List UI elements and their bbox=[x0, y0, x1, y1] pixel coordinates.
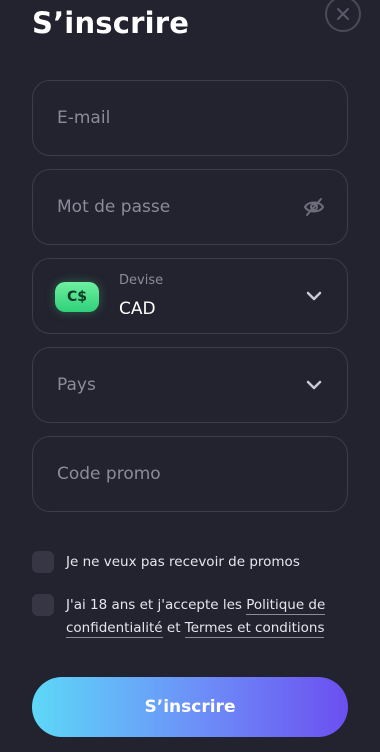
eye-off-icon[interactable] bbox=[303, 196, 325, 218]
email-field[interactable]: E-mail bbox=[32, 80, 348, 156]
promo-code-placeholder: Code promo bbox=[57, 464, 161, 484]
page-title: S’inscrire bbox=[32, 6, 190, 40]
chevron-down-icon bbox=[303, 285, 325, 307]
age-consent-label: J'ai 18 ans et j'accepte les Politique d… bbox=[66, 594, 342, 640]
password-placeholder: Mot de passe bbox=[57, 197, 171, 217]
currency-value: CAD bbox=[119, 299, 156, 319]
currency-badge: C$ bbox=[55, 282, 99, 312]
age-consent-text: J'ai 18 ans et j'accepte les bbox=[66, 597, 247, 613]
register-button[interactable]: S’inscrire bbox=[32, 677, 348, 737]
terms-link[interactable]: Termes et conditions bbox=[184, 620, 325, 638]
currency-label: Devise bbox=[119, 273, 164, 288]
chevron-down-icon bbox=[303, 374, 325, 396]
promo-code-field[interactable]: Code promo bbox=[32, 436, 348, 512]
country-select[interactable]: Pays bbox=[32, 347, 348, 423]
age-consent-row: J'ai 18 ans et j'accepte les Politique d… bbox=[32, 594, 342, 640]
password-field[interactable]: Mot de passe bbox=[32, 169, 348, 245]
country-placeholder: Pays bbox=[57, 375, 96, 395]
email-placeholder: E-mail bbox=[57, 108, 111, 128]
age-consent-and: et bbox=[162, 620, 185, 636]
no-promos-label: Je ne veux pas recevoir de promos bbox=[66, 554, 300, 570]
close-icon bbox=[337, 8, 349, 20]
close-button[interactable] bbox=[325, 0, 361, 32]
currency-select[interactable]: C$ Devise CAD bbox=[32, 258, 348, 334]
age-consent-checkbox[interactable] bbox=[32, 594, 54, 616]
no-promos-checkbox[interactable] bbox=[32, 551, 54, 573]
no-promos-row: Je ne veux pas recevoir de promos bbox=[32, 551, 300, 573]
